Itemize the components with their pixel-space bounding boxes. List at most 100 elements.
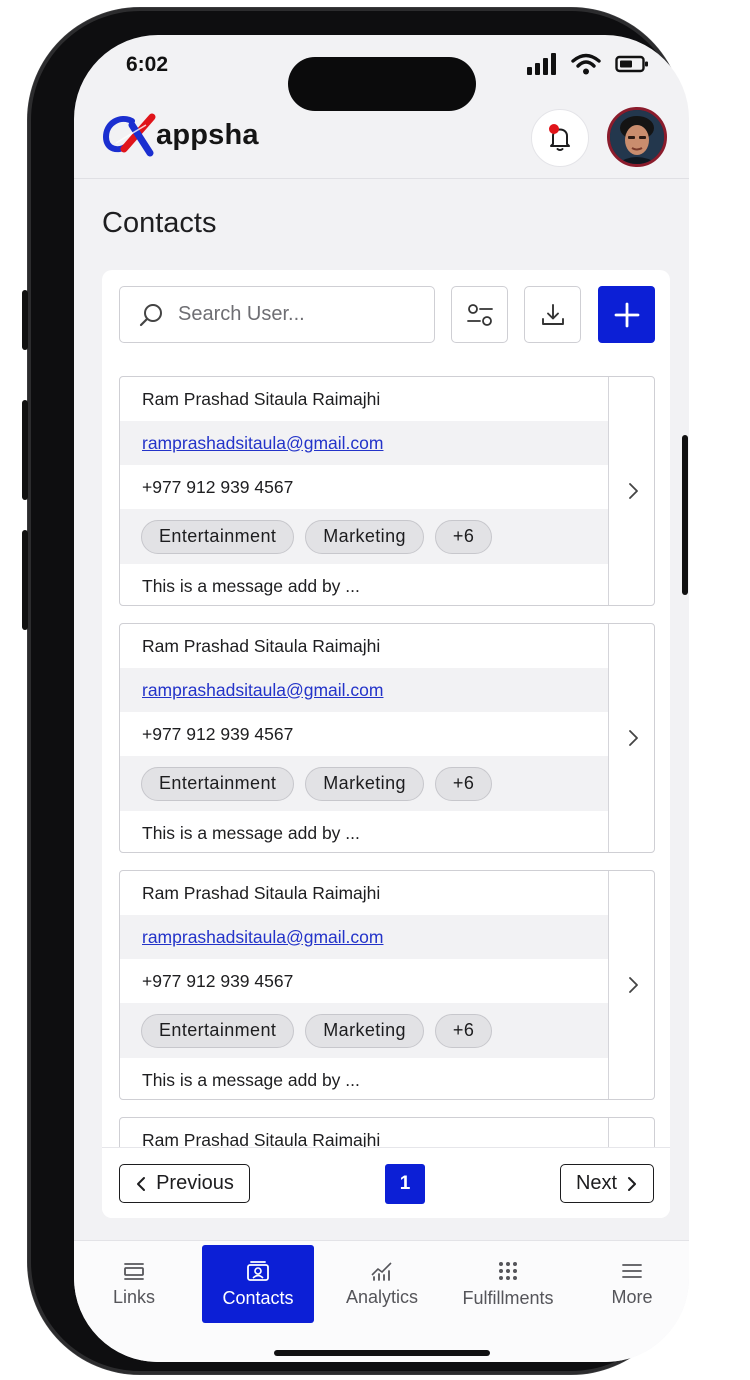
bell-icon xyxy=(549,124,570,151)
links-icon xyxy=(124,1262,144,1280)
home-indicator xyxy=(274,1350,490,1356)
contact-card[interactable]: Ram Prashad Sitaula Raimajhi ramprashads… xyxy=(119,376,655,606)
tag-chip[interactable]: Entertainment xyxy=(141,766,295,801)
dynamic-island xyxy=(288,57,476,111)
cellular-signal-icon xyxy=(527,53,556,75)
tag-chip[interactable]: Entertainment xyxy=(141,1013,295,1048)
contact-name: Ram Prashad Sitaula Raimajhi xyxy=(142,1129,381,1148)
contact-email-link[interactable]: ramprashadsitaula@gmail.com xyxy=(142,927,383,948)
contact-card[interactable]: Ram Prashad Sitaula Raimajhi ramprashads… xyxy=(119,623,655,853)
appsha-logo-icon xyxy=(102,113,156,157)
wifi-icon xyxy=(571,53,601,75)
contact-email-row: ramprashadsitaula@gmail.com xyxy=(120,421,608,465)
contact-details: Ram Prashad Sitaula Raimajhi xyxy=(120,1118,609,1147)
user-avatar[interactable] xyxy=(607,107,667,167)
open-contact-button[interactable] xyxy=(609,624,654,852)
menu-icon xyxy=(622,1263,642,1278)
more-tags-chip[interactable]: +6 xyxy=(434,1013,493,1048)
nav-analytics-label: Analytics xyxy=(345,1286,419,1307)
nav-fulfillments-label: Fulfillments xyxy=(462,1287,554,1308)
brand-logo[interactable]: appsha xyxy=(102,113,259,157)
volume-up-button xyxy=(22,400,28,500)
open-contact-button[interactable] xyxy=(609,377,654,605)
tag-chip[interactable]: Marketing xyxy=(305,519,424,554)
tag-chip[interactable]: Marketing xyxy=(305,1013,424,1048)
add-contact-button[interactable] xyxy=(598,286,655,343)
more-tags-chip[interactable]: +6 xyxy=(434,766,493,801)
nav-more-label: More xyxy=(611,1286,653,1307)
contact-email-link[interactable]: ramprashadsitaula@gmail.com xyxy=(142,433,383,454)
avatar-photo xyxy=(610,110,664,164)
nav-analytics[interactable]: Analytics xyxy=(326,1245,438,1323)
contact-name: Ram Prashad Sitaula Raimajhi xyxy=(142,388,381,409)
contact-email-row: ramprashadsitaula@gmail.com xyxy=(120,915,608,959)
previous-page-button[interactable]: Previous xyxy=(119,1164,250,1203)
more-tags-chip[interactable]: +6 xyxy=(434,519,493,554)
download-button[interactable] xyxy=(524,286,581,343)
battery-icon xyxy=(615,55,648,73)
chevron-right-icon xyxy=(628,483,638,499)
contact-tags: Entertainment Marketing +6 xyxy=(120,509,608,564)
tag-chip[interactable]: Marketing xyxy=(305,766,424,801)
contact-email-row: ramprashadsitaula@gmail.com xyxy=(120,668,608,712)
volume-down-button xyxy=(22,530,28,630)
pagination: Previous 1 Next xyxy=(102,1147,670,1218)
nav-more[interactable]: More xyxy=(576,1245,688,1323)
nav-contacts-label: Contacts xyxy=(222,1287,294,1308)
contact-name: Ram Prashad Sitaula Raimajhi xyxy=(142,882,381,903)
search-field[interactable] xyxy=(119,286,435,343)
contact-details: Ram Prashad Sitaula Raimajhi ramprashads… xyxy=(120,624,609,852)
previous-label: Previous xyxy=(156,1172,234,1194)
grid-dots-icon xyxy=(499,1261,517,1280)
filter-button[interactable] xyxy=(451,286,508,343)
nav-links-label: Links xyxy=(112,1286,156,1307)
open-contact-button[interactable] xyxy=(609,1118,654,1147)
chevron-left-icon xyxy=(137,1176,146,1191)
nav-contacts[interactable]: Contacts xyxy=(202,1245,314,1323)
contact-list: Ram Prashad Sitaula Raimajhi ramprashads… xyxy=(102,370,670,1147)
contact-phone: +977 912 939 4567 xyxy=(142,970,294,991)
download-icon xyxy=(541,303,564,325)
search-input[interactable] xyxy=(178,303,418,326)
chevron-right-icon xyxy=(628,977,638,993)
nav-links[interactable]: Links xyxy=(78,1245,190,1323)
notifications-button[interactable] xyxy=(531,109,589,167)
contact-message: This is a message add by ... xyxy=(142,822,360,843)
chevron-right-icon xyxy=(628,1176,637,1191)
contact-tags: Entertainment Marketing +6 xyxy=(120,1003,608,1058)
open-contact-button[interactable] xyxy=(609,871,654,1099)
next-label: Next xyxy=(575,1172,618,1194)
contact-message: This is a message add by ... xyxy=(142,575,360,596)
contact-phone: +977 912 939 4567 xyxy=(142,476,294,497)
contacts-panel: Ram Prashad Sitaula Raimajhi ramprashads… xyxy=(102,270,670,1218)
brand-name: appsha xyxy=(156,118,259,151)
analytics-icon xyxy=(371,1261,392,1281)
current-page-indicator[interactable]: 1 xyxy=(385,1164,425,1204)
page-title: Contacts xyxy=(102,207,217,239)
nav-fulfillments[interactable]: Fulfillments xyxy=(448,1245,568,1323)
status-icons xyxy=(527,53,649,75)
action-button xyxy=(22,290,28,350)
tag-chip[interactable]: Entertainment xyxy=(141,519,295,554)
contact-card[interactable]: Ram Prashad Sitaula Raimajhi xyxy=(119,1117,655,1147)
contacts-icon xyxy=(247,1260,269,1281)
phone-frame: 6:02 appsha Contacts Search User... Ram … xyxy=(28,8,689,1374)
contact-name: Ram Prashad Sitaula Raimajhi xyxy=(142,635,381,656)
status-time: 6:02 xyxy=(126,53,169,76)
plus-icon xyxy=(614,302,639,327)
power-button xyxy=(682,435,688,595)
contact-phone: +977 912 939 4567 xyxy=(142,723,294,744)
search-icon xyxy=(139,303,162,326)
phone-screen: 6:02 appsha Contacts Search User... Ram … xyxy=(74,35,689,1362)
contact-details: Ram Prashad Sitaula Raimajhi ramprashads… xyxy=(120,377,609,605)
contact-details: Ram Prashad Sitaula Raimajhi ramprashads… xyxy=(120,871,609,1099)
chevron-right-icon xyxy=(628,730,638,746)
contact-card[interactable]: Ram Prashad Sitaula Raimajhi ramprashads… xyxy=(119,870,655,1100)
next-page-button[interactable]: Next xyxy=(560,1164,654,1203)
contact-email-link[interactable]: ramprashadsitaula@gmail.com xyxy=(142,680,383,701)
contact-tags: Entertainment Marketing +6 xyxy=(120,756,608,811)
bottom-nav: Links Contacts Analytics Fulfillments Mo… xyxy=(74,1240,689,1362)
contact-message: This is a message add by ... xyxy=(142,1069,360,1090)
filter-icon xyxy=(466,303,493,326)
notification-dot xyxy=(549,124,559,134)
